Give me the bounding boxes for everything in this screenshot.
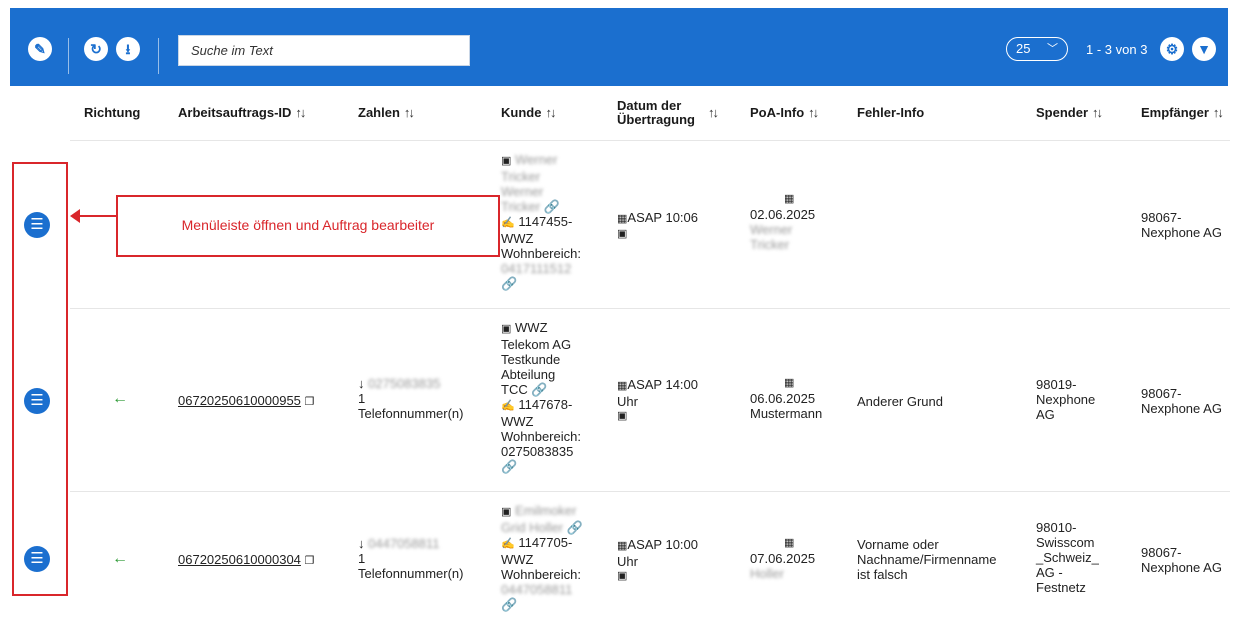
refresh-icon[interactable]: ↻: [84, 37, 108, 61]
settings-icon[interactable]: ⚙: [1160, 37, 1184, 61]
fehler-cell: Anderer Grund: [857, 394, 943, 409]
auftrags-id-cell: 06720250610000304 ❐: [178, 552, 314, 569]
column-header-datum[interactable]: Datum der Übertragung: [617, 99, 695, 127]
calendar-icon: ▦: [617, 380, 628, 392]
filter-icon[interactable]: ▼: [1192, 37, 1216, 61]
zahlen-cell: ↓ 0275083835 1 Telefonnummer(n): [358, 376, 464, 421]
datum-cell: ▦ASAP 14:00 Uhr ▣: [617, 377, 698, 422]
link-icon[interactable]: 🔗: [501, 597, 583, 612]
search-input[interactable]: [178, 35, 470, 66]
download-icon[interactable]: ⭳: [116, 37, 140, 61]
fehler-cell: Vorname oder Nachname/Firmenname ist fal…: [857, 537, 997, 582]
empfaenger-cell: 98067- Nexphone AG: [1141, 545, 1222, 575]
kunde-cell: ▣ WWZ Telekom AG Testkunde Abteilung TCC…: [501, 320, 581, 474]
spender-cell: 98010- Swisscom _Schweiz_ AG - Festnetz: [1036, 520, 1099, 595]
column-header-poa[interactable]: PoA-Info ↑↓: [750, 105, 819, 120]
datum-cell: ▦ASAP 10:06 ▣: [617, 210, 698, 240]
sort-icon[interactable]: ↑↓: [704, 106, 719, 120]
copy-icon[interactable]: ❐: [305, 555, 315, 567]
annotation-callout-text: Menüleiste öffnen und Auftrag bearbeiter: [181, 217, 435, 233]
copy-icon[interactable]: ❐: [305, 396, 315, 408]
page-info: 1 - 3 von 3: [1086, 42, 1148, 57]
contract-icon: ✍: [501, 400, 515, 412]
spender-cell: 98019- Nexphone AG: [1036, 377, 1096, 422]
empfaenger-cell: 98067- Nexphone AG: [1141, 210, 1222, 240]
link-icon[interactable]: 🔗: [531, 382, 547, 397]
calendar-check-icon: ▣: [617, 570, 628, 582]
poa-cell: ▦ 06.06.2025 Mustermann: [750, 377, 823, 421]
arrow-down-icon: ↓: [358, 376, 365, 391]
page-size-value: 25: [1016, 41, 1031, 56]
poa-cell: ▦ 02.06.2025 Werner Tricker: [750, 193, 816, 252]
row-divider: [70, 308, 1230, 309]
direction-arrow-icon: ←: [112, 390, 128, 407]
id-card-icon: ▣: [501, 323, 512, 335]
sort-icon: ↑↓: [295, 105, 306, 120]
id-card-icon: ▣: [501, 506, 512, 518]
column-header-spender[interactable]: Spender ↑↓: [1036, 105, 1103, 120]
link-icon[interactable]: 🔗: [501, 459, 581, 474]
zahlen-cell: ↓ 0447058811 1 Telefonnummer(n): [358, 536, 464, 581]
auftrags-id-cell: 06720250610000955 ❐: [178, 393, 314, 410]
row-divider: [70, 491, 1230, 492]
sort-icon: ↑↓: [545, 105, 556, 120]
toolbar-divider: [68, 38, 69, 74]
column-header-empfaenger[interactable]: Empfänger ↑↓: [1141, 105, 1224, 120]
auftrags-id-link[interactable]: 06720250610000304: [178, 552, 301, 567]
sort-icon: ↑↓: [808, 105, 819, 120]
toolbar-divider: [158, 38, 159, 74]
link-icon[interactable]: 🔗: [567, 520, 583, 535]
kunde-cell: ▣ Werner Tricker Werner Tricker 🔗 ✍ 1147…: [501, 152, 581, 291]
auftrags-id-link[interactable]: 06720250610000955: [178, 393, 301, 408]
chevron-down-icon: ﹀: [1047, 43, 1058, 55]
sort-icon: ↑↓: [1212, 105, 1224, 120]
column-header-zahlen[interactable]: Zahlen ↑↓: [358, 105, 415, 120]
table-toolbar: ✎ ↻ ⭳ 25 ﹀ 1 - 3 von 3 ⚙ ▼: [10, 8, 1228, 86]
link-icon[interactable]: 🔗: [544, 199, 560, 214]
calendar-icon: ▦: [617, 213, 628, 225]
calendar-icon: ▦: [784, 537, 795, 549]
direction-arrow-icon: ←: [112, 550, 128, 567]
empfaenger-cell: 98067- Nexphone AG: [1141, 386, 1222, 416]
calendar-check-icon: ▣: [617, 410, 628, 422]
calendar-icon: ▦: [784, 193, 795, 205]
kunde-cell: ▣ Emilmoker Grid Holler 🔗 ✍ 1147705- WWZ…: [501, 503, 583, 612]
annotation-arrow-head: [70, 209, 80, 223]
link-icon[interactable]: 🔗: [501, 276, 581, 291]
column-header-auftrags-id[interactable]: Arbeitsauftrags-ID ↑↓: [178, 105, 306, 120]
annotation-arrow: [74, 215, 118, 217]
sort-icon: ↑↓: [1092, 105, 1103, 120]
sort-icon: ↑↓: [403, 105, 415, 120]
calendar-check-icon: ▣: [617, 228, 628, 240]
calendar-icon: ▦: [617, 540, 628, 552]
calendar-icon: ▦: [784, 377, 795, 389]
column-header-fehler: Fehler-Info: [857, 105, 925, 120]
row-divider: [70, 140, 1230, 141]
arrow-down-icon: ↓: [358, 536, 365, 551]
datum-cell: ▦ASAP 10:00 Uhr ▣: [617, 537, 698, 582]
edit-icon[interactable]: ✎: [28, 37, 52, 61]
contract-icon: ✍: [501, 538, 515, 550]
contract-icon: ✍: [501, 217, 515, 229]
column-header-kunde[interactable]: Kunde ↑↓: [501, 105, 556, 120]
annotation-highlight-box: [12, 162, 68, 596]
page-size-select[interactable]: 25 ﹀: [1006, 37, 1068, 61]
column-header-richtung: Richtung: [84, 105, 141, 120]
id-card-icon: ▣: [501, 155, 512, 167]
poa-cell: ▦ 07.06.2025 Holler: [750, 537, 816, 581]
